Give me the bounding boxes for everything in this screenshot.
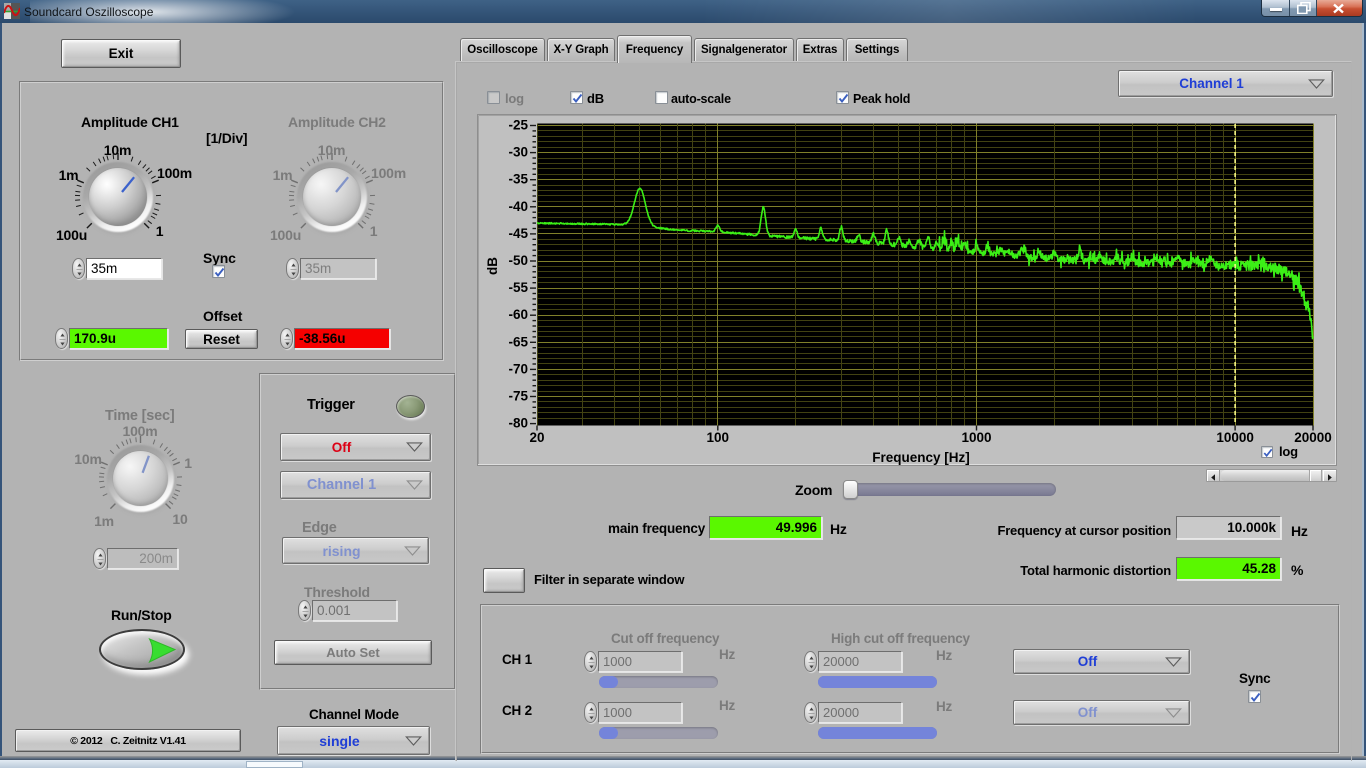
svg-text:-45: -45 xyxy=(508,226,528,241)
svg-text:-75: -75 xyxy=(508,389,528,404)
svg-text:dB: dB xyxy=(485,257,500,275)
svg-text:-65: -65 xyxy=(508,334,528,349)
svg-text:100: 100 xyxy=(707,430,730,445)
svg-text:-50: -50 xyxy=(508,253,528,268)
svg-text:-60: -60 xyxy=(508,307,528,322)
svg-text:20000: 20000 xyxy=(1294,430,1332,445)
svg-text:-30: -30 xyxy=(508,145,528,160)
svg-text:-25: -25 xyxy=(508,118,528,133)
svg-text:Frequency [Hz]: Frequency [Hz] xyxy=(872,450,970,465)
svg-text:-40: -40 xyxy=(508,199,528,214)
svg-text:-80: -80 xyxy=(508,416,528,431)
svg-text:10000: 10000 xyxy=(1216,430,1254,445)
svg-text:-35: -35 xyxy=(508,172,528,187)
svg-text:1000: 1000 xyxy=(961,430,991,445)
svg-text:20: 20 xyxy=(529,430,544,445)
svg-text:-70: -70 xyxy=(508,361,528,376)
svg-text:-55: -55 xyxy=(508,280,528,295)
